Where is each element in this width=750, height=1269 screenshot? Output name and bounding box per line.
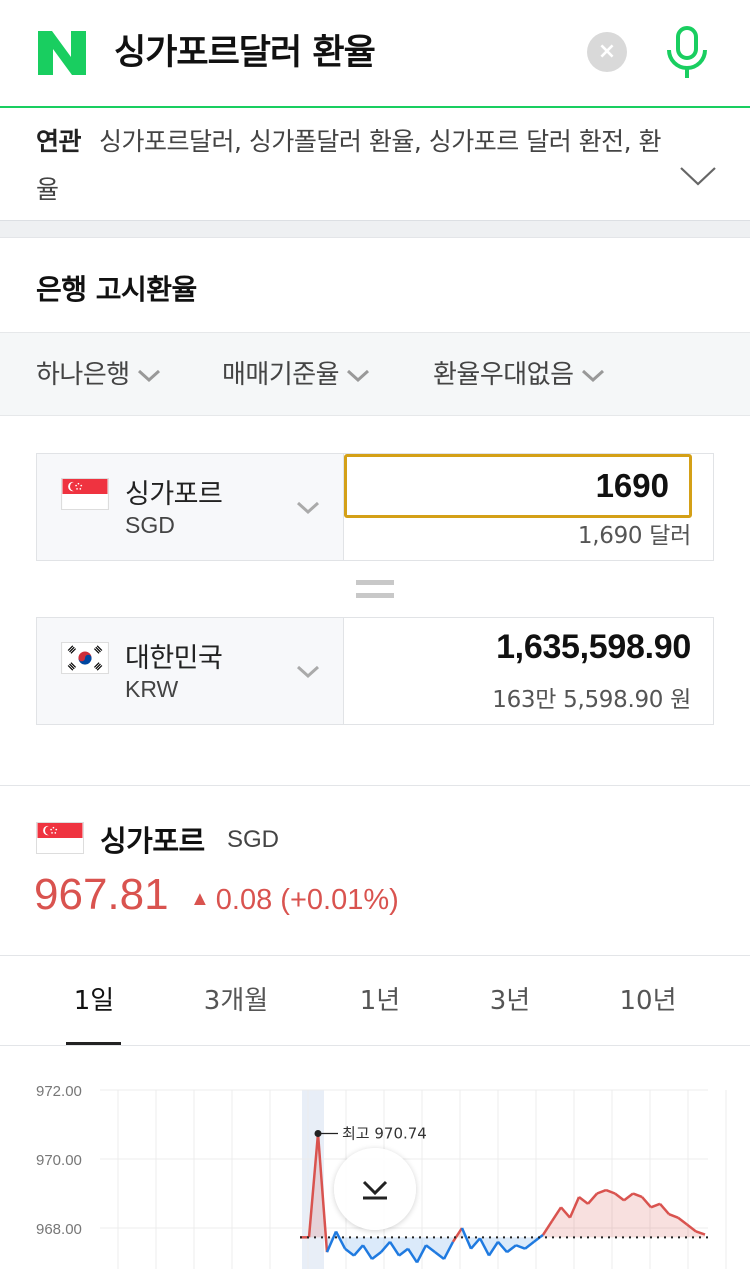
chevron-down-icon <box>581 369 604 382</box>
amount-in-words: 1,690 달러 <box>577 523 691 549</box>
y-tick-label: 972.00 <box>36 1083 82 1100</box>
clear-search-button[interactable]: × <box>587 32 627 72</box>
discount-select[interactable]: 환율우대없음 <box>433 333 606 417</box>
rate-type-select[interactable]: 매매기준율 <box>222 333 371 417</box>
related-label: 연관 <box>36 127 82 156</box>
filter-row: 하나은행 매매기준율 환율우대없음 <box>0 332 750 416</box>
area-fill <box>633 1193 642 1238</box>
converter-to: 대한민국 KRW 1,635,598.90 163만 5,598.90 원 <box>36 617 714 725</box>
y-tick-label: 970.00 <box>36 1152 82 1169</box>
period-tabs: 1일 3개월 1년 3년 10년 <box>0 956 750 1046</box>
chevron-down-icon <box>296 501 320 515</box>
area-fill <box>651 1203 660 1238</box>
chevron-down-icon <box>137 369 160 382</box>
chevron-down-icon <box>347 369 370 382</box>
up-arrow-icon: ▲ <box>190 888 210 910</box>
related-terms[interactable]: 싱가포르달러, 싱가폴달러 환율, 싱가포르 달러 환전, 환율 <box>36 127 662 204</box>
scroll-down-button[interactable] <box>334 1148 416 1230</box>
section-title: 은행 고시환율 <box>36 273 197 306</box>
rate-change: ▲ 0.08 (+0.01%) <box>190 884 399 916</box>
tab-1-day[interactable]: 1일 <box>36 956 152 1046</box>
currency-select-to[interactable]: 대한민국 KRW <box>37 618 344 724</box>
tab-3-months[interactable]: 3개월 <box>178 956 294 1046</box>
area-fill <box>552 1207 561 1238</box>
search-bar: 싱가포르달러 환율 × <box>0 0 750 108</box>
high-label: 최고 970.74 <box>342 1124 427 1142</box>
y-tick-label: 968.00 <box>36 1221 82 1238</box>
search-input[interactable]: 싱가포르달러 환율 <box>114 30 376 76</box>
section-divider <box>0 220 750 238</box>
related-searches: 연관 싱가포르달러, 싱가폴달러 환율, 싱가포르 달러 환전, 환율 <box>0 108 750 220</box>
amount-in-words: 163만 5,598.90 원 <box>492 687 691 713</box>
rate-currency-code: SGD <box>227 826 280 853</box>
chevron-down-icon <box>296 665 320 679</box>
equals-icon <box>356 580 394 598</box>
korea-flag-icon <box>61 642 109 674</box>
exchange-rate-value: 967.81 <box>34 870 169 919</box>
naver-logo-icon[interactable] <box>38 31 86 75</box>
currency-code: SGD <box>125 512 175 538</box>
microphone-icon[interactable] <box>664 26 710 80</box>
singapore-flag-icon <box>61 478 109 510</box>
rate-currency-name: 싱가포르 <box>100 824 205 858</box>
tab-10-years[interactable]: 10년 <box>590 956 706 1046</box>
currency-name: 싱가포르 <box>125 479 223 510</box>
singapore-flag-icon <box>36 822 84 854</box>
converted-amount[interactable]: 1,635,598.90 <box>496 628 691 667</box>
area-fill <box>606 1190 615 1238</box>
converter-from: 싱가포르 SGD 1690 1,690 달러 <box>36 453 714 561</box>
amount-input[interactable]: 1690 <box>344 454 692 518</box>
chevron-down-icon <box>362 1180 388 1200</box>
tab-3-years[interactable]: 3년 <box>452 956 568 1046</box>
chevron-down-icon[interactable] <box>678 160 718 190</box>
tab-1-year[interactable]: 1년 <box>322 956 438 1046</box>
currency-code: KRW <box>125 676 179 702</box>
bank-select[interactable]: 하나은행 <box>36 333 162 417</box>
divider <box>0 785 750 786</box>
active-tab-indicator <box>66 1042 121 1045</box>
area-fill <box>597 1190 606 1238</box>
currency-name: 대한민국 <box>125 643 223 674</box>
currency-select-from[interactable]: 싱가포르 SGD <box>37 454 344 560</box>
